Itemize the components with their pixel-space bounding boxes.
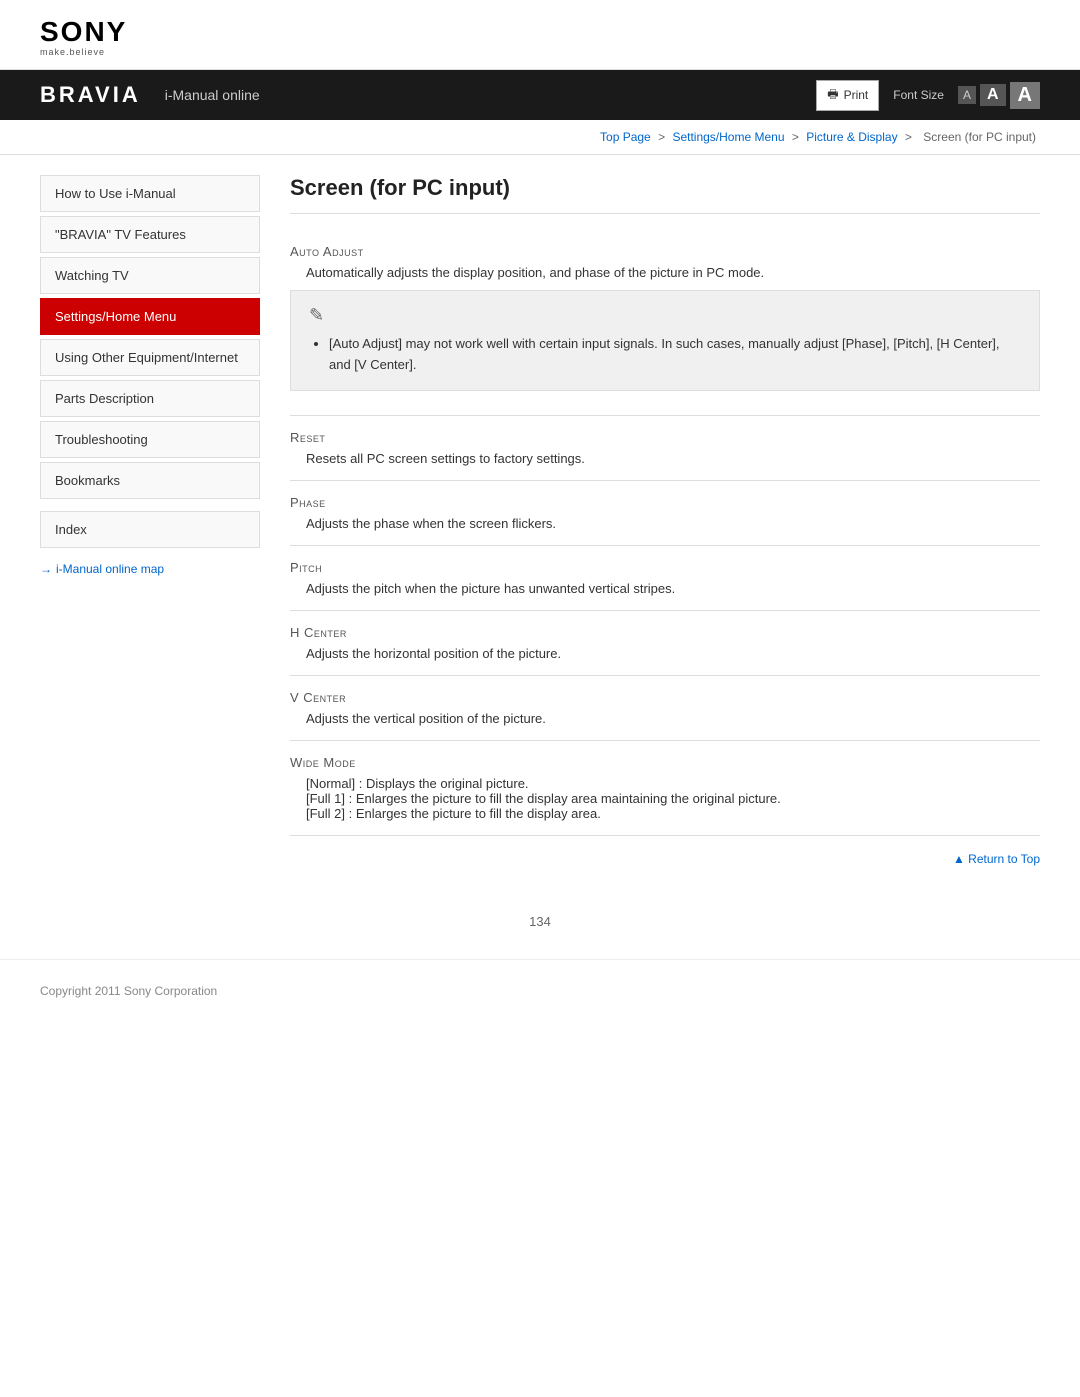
sidebar-item-watching-tv[interactable]: Watching TV: [40, 257, 260, 294]
sidebar-item-how-to-use-label: How to Use i-Manual: [55, 186, 176, 201]
sony-logo: SONY make.believe: [40, 18, 1040, 57]
sidebar-item-bookmarks[interactable]: Bookmarks: [40, 462, 260, 499]
sidebar-item-index-label: Index: [55, 522, 87, 537]
nav-bar: BRAVIA i-Manual online 🖶 Print Font Size…: [0, 70, 1080, 120]
section-reset: Reset Resets all PC screen settings to f…: [290, 416, 1040, 481]
breadcrumb: Top Page > Settings/Home Menu > Picture …: [0, 120, 1080, 155]
print-button[interactable]: 🖶 Print: [816, 80, 879, 111]
breadcrumb-current: Screen (for PC input): [923, 130, 1036, 144]
print-label: Print: [844, 88, 869, 102]
section-auto-adjust-body: Automatically adjusts the display positi…: [306, 265, 1040, 280]
return-to-top-area: ▲ Return to Top: [290, 836, 1040, 874]
breadcrumb-settings[interactable]: Settings/Home Menu: [672, 130, 784, 144]
breadcrumb-sep3: >: [905, 130, 912, 144]
bravia-logo: BRAVIA: [40, 82, 141, 108]
sony-wordmark: SONY: [40, 18, 1040, 46]
breadcrumb-picture[interactable]: Picture & Display: [806, 130, 897, 144]
return-to-top-label: Return to Top: [968, 852, 1040, 866]
section-h-center-body: Adjusts the horizontal position of the p…: [306, 646, 1040, 661]
page-number: 134: [0, 894, 1080, 939]
sidebar-item-parts-description[interactable]: Parts Description: [40, 380, 260, 417]
main-layout: How to Use i-Manual "BRAVIA" TV Features…: [0, 155, 1080, 894]
section-auto-adjust-title: Auto Adjust: [290, 244, 1040, 259]
section-phase-body: Adjusts the phase when the screen flicke…: [306, 516, 1040, 531]
sidebar-item-watching-tv-label: Watching TV: [55, 268, 129, 283]
font-size-large-button[interactable]: A: [1010, 82, 1040, 109]
nav-title: i-Manual online: [165, 87, 260, 103]
note-icon: ✎: [309, 305, 1021, 326]
breadcrumb-sep2: >: [792, 130, 799, 144]
section-reset-body: Resets all PC screen settings to factory…: [306, 451, 1040, 466]
breadcrumb-top-page[interactable]: Top Page: [600, 130, 651, 144]
sidebar-item-bravia-features-label: "BRAVIA" TV Features: [55, 227, 186, 242]
section-auto-adjust: Auto Adjust Automatically adjusts the di…: [290, 230, 1040, 416]
arrow-right-icon: →: [40, 562, 52, 576]
section-wide-mode-title: Wide Mode: [290, 755, 1040, 770]
section-wide-mode-body: [Normal] : Displays the original picture…: [306, 776, 1040, 821]
section-pitch: Pitch Adjusts the pitch when the picture…: [290, 546, 1040, 611]
nav-bar-right: 🖶 Print Font Size A A A: [816, 80, 1040, 111]
auto-adjust-note-item-1: [Auto Adjust] may not work well with cer…: [329, 334, 1021, 376]
section-h-center: H Center Adjusts the horizontal position…: [290, 611, 1040, 676]
sidebar-item-index[interactable]: Index: [40, 511, 260, 548]
sidebar-item-using-other[interactable]: Using Other Equipment/Internet: [40, 339, 260, 376]
sidebar: How to Use i-Manual "BRAVIA" TV Features…: [40, 175, 260, 874]
sidebar-item-settings-home-menu-label: Settings/Home Menu: [55, 309, 176, 324]
wide-mode-normal: [Normal] : Displays the original picture…: [306, 776, 1040, 791]
font-size-label: Font Size: [893, 88, 944, 102]
section-v-center-body: Adjusts the vertical position of the pic…: [306, 711, 1040, 726]
sony-tagline: make.believe: [40, 48, 1040, 57]
return-to-top-link[interactable]: ▲ Return to Top: [953, 852, 1040, 866]
copyright-text: Copyright 2011 Sony Corporation: [40, 984, 217, 998]
wide-mode-full2: [Full 2] : Enlarges the picture to fill …: [306, 806, 1040, 821]
section-pitch-body: Adjusts the pitch when the picture has u…: [306, 581, 1040, 596]
return-to-top-icon: ▲: [953, 852, 968, 866]
imanual-online-map-link[interactable]: → i-Manual online map: [40, 562, 260, 576]
sidebar-item-bookmarks-label: Bookmarks: [55, 473, 120, 488]
section-reset-title: Reset: [290, 430, 1040, 445]
print-icon: 🖶: [827, 85, 838, 106]
sidebar-item-troubleshooting[interactable]: Troubleshooting: [40, 421, 260, 458]
nav-bar-left: BRAVIA i-Manual online: [40, 82, 260, 108]
section-pitch-title: Pitch: [290, 560, 1040, 575]
section-wide-mode: Wide Mode [Normal] : Displays the origin…: [290, 741, 1040, 836]
section-phase-title: Phase: [290, 495, 1040, 510]
breadcrumb-sep1: >: [658, 130, 665, 144]
sidebar-item-using-other-label: Using Other Equipment/Internet: [55, 350, 238, 365]
page-title: Screen (for PC input): [290, 175, 1040, 214]
tagline-make: make: [40, 47, 66, 57]
font-size-controls: A A A: [958, 82, 1040, 109]
section-phase: Phase Adjusts the phase when the screen …: [290, 481, 1040, 546]
font-size-medium-button[interactable]: A: [980, 84, 1006, 106]
footer: Copyright 2011 Sony Corporation: [0, 959, 1080, 1022]
section-v-center: V Center Adjusts the vertical position o…: [290, 676, 1040, 741]
sidebar-item-how-to-use[interactable]: How to Use i-Manual: [40, 175, 260, 212]
sidebar-item-parts-description-label: Parts Description: [55, 391, 154, 406]
section-v-center-title: V Center: [290, 690, 1040, 705]
sidebar-item-settings-home-menu[interactable]: Settings/Home Menu: [40, 298, 260, 335]
sidebar-item-bravia-features[interactable]: "BRAVIA" TV Features: [40, 216, 260, 253]
auto-adjust-note-box: ✎ [Auto Adjust] may not work well with c…: [290, 290, 1040, 391]
auto-adjust-note-list: [Auto Adjust] may not work well with cer…: [329, 334, 1021, 376]
section-h-center-title: H Center: [290, 625, 1040, 640]
wide-mode-full1: [Full 1] : Enlarges the picture to fill …: [306, 791, 1040, 806]
font-size-small-button[interactable]: A: [958, 86, 976, 104]
content-area: Screen (for PC input) Auto Adjust Automa…: [290, 175, 1040, 874]
tagline-believe: believe: [70, 47, 106, 57]
imanual-map-label: i-Manual online map: [56, 562, 164, 576]
top-header: SONY make.believe: [0, 0, 1080, 70]
sidebar-item-troubleshooting-label: Troubleshooting: [55, 432, 148, 447]
